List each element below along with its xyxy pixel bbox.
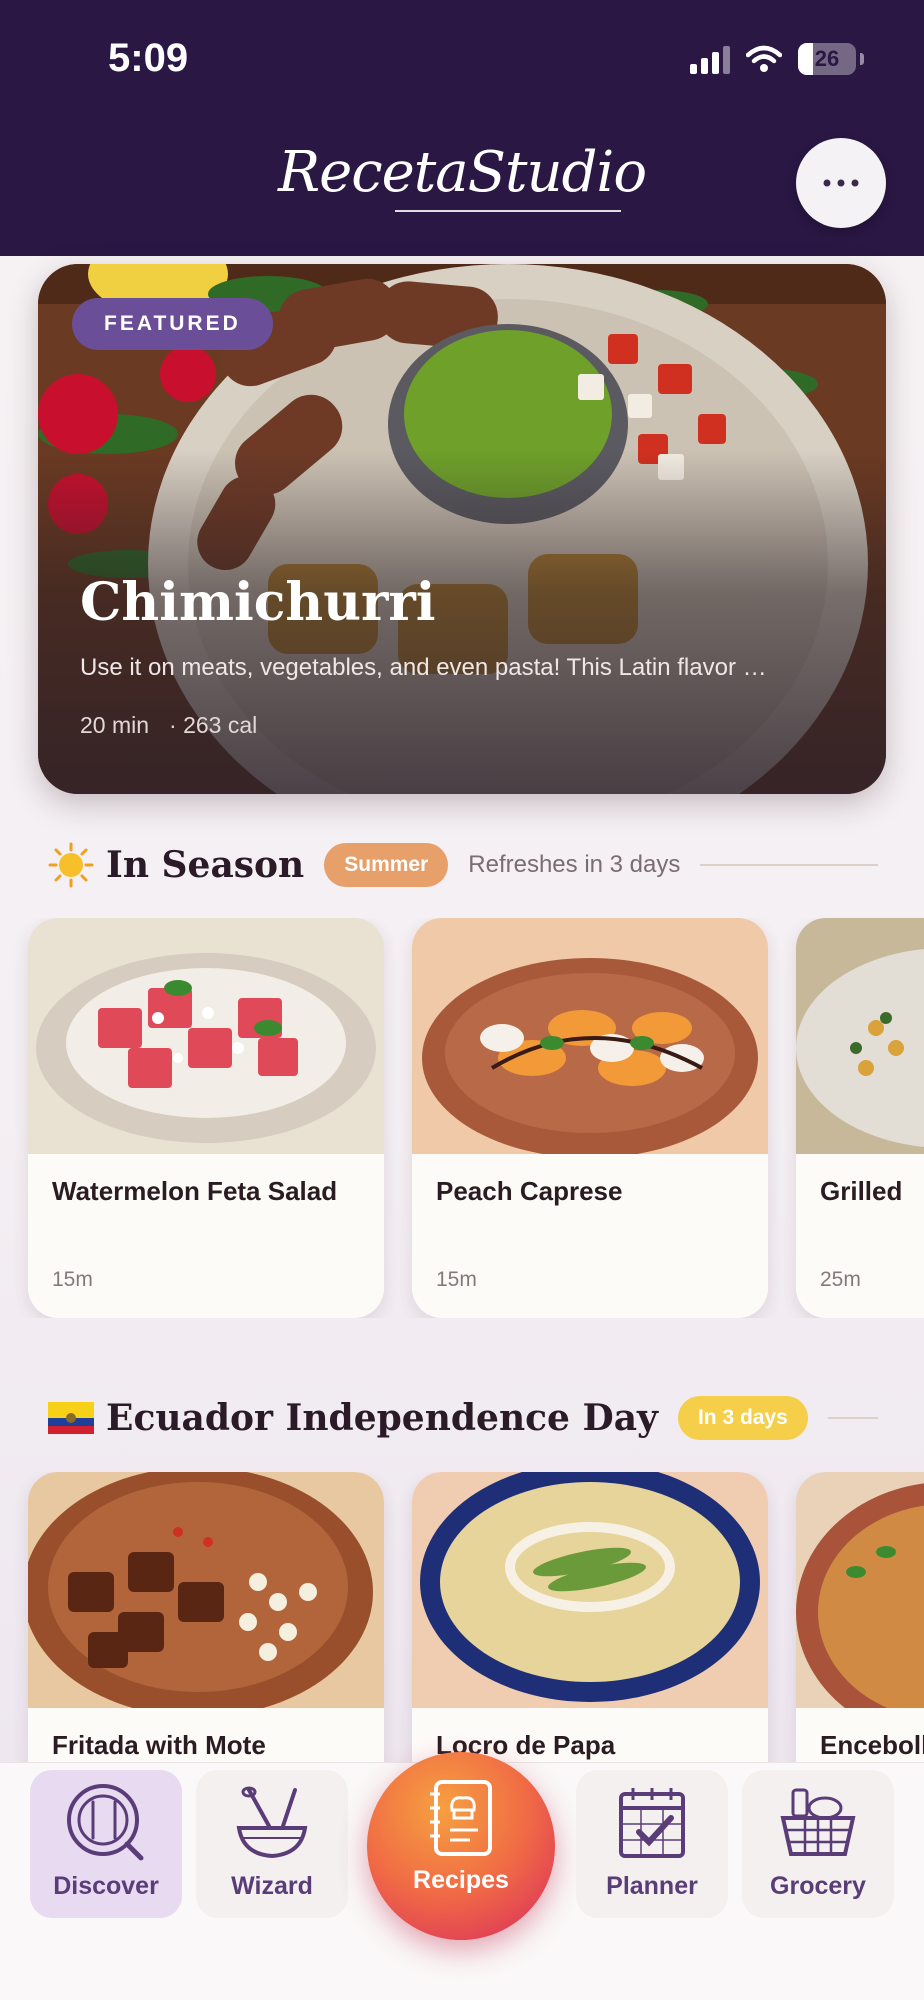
recipe-card[interactable]: Fritada with Mote [28, 1472, 384, 1762]
nav-recipes-label: Recipes [413, 1866, 509, 1894]
recipe-title: Watermelon Feta Salad [52, 1176, 338, 1206]
recipe-image [796, 1472, 924, 1708]
nav-recipes[interactable]: Recipes [367, 1752, 555, 1940]
section-divider [827, 1417, 878, 1419]
featured-meta: 20 min · 263 cal [80, 712, 257, 739]
mixing-bowl-icon [236, 1786, 308, 1859]
status-icons: 26 [690, 42, 864, 76]
recipe-card[interactable]: Watermelon Feta Salad 15m [28, 918, 384, 1318]
recipe-time: 25m [820, 1268, 861, 1291]
recipe-image [796, 918, 924, 1154]
refresh-note: Refreshes in 3 days [468, 851, 681, 878]
recipe-image [28, 1472, 384, 1708]
featured-badge: FEATURED [72, 298, 273, 350]
more-options-button[interactable] [796, 138, 886, 228]
in-season-carousel[interactable]: Watermelon Feta Salad 15m Peach Caprese … [0, 918, 924, 1318]
nav-wizard-label: Wizard [231, 1872, 313, 1900]
nav-grocery[interactable]: Grocery [742, 1770, 894, 1918]
holiday-countdown-pill: In 3 days [677, 1396, 808, 1440]
cellular-signal-icon [690, 44, 730, 74]
ellipsis-icon [823, 179, 859, 187]
holiday-carousel[interactable]: Fritada with Mote Locro de Papa Enceboll… [0, 1472, 924, 1762]
holiday-header: Ecuador Independence Day In 3 days [48, 1396, 878, 1440]
discover-plate-icon [67, 1784, 144, 1861]
recipe-image [412, 1472, 768, 1708]
sun-icon [48, 842, 94, 888]
recipe-title: Grilled [820, 1176, 903, 1206]
recipe-card[interactable]: Grilled 25m [796, 918, 924, 1318]
grocery-basket-icon [780, 1788, 856, 1856]
recipe-image [28, 918, 384, 1154]
status-time: 5:09 [108, 36, 189, 80]
app-header: 5:09 26 RecetaStudio [0, 0, 924, 256]
season-pill: Summer [324, 843, 449, 887]
battery-percent: 26 [814, 46, 840, 71]
recipe-title: Encebollado [820, 1730, 924, 1760]
featured-title: Chimichurri [80, 572, 436, 633]
nav-planner-label: Planner [606, 1872, 698, 1900]
recipe-card[interactable]: Locro de Papa [412, 1472, 768, 1762]
recipe-image [412, 918, 768, 1154]
section-divider [700, 864, 878, 866]
nav-planner[interactable]: Planner [576, 1770, 728, 1918]
battery-tip [860, 53, 864, 65]
logo-underline [395, 210, 621, 212]
in-season-header: In Season Summer Refreshes in 3 days [48, 842, 878, 888]
recipe-card[interactable]: Peach Caprese 15m [412, 918, 768, 1318]
recipe-card[interactable]: Encebollado [796, 1472, 924, 1762]
recipe-book-icon [430, 1780, 492, 1856]
battery-icon: 26 [798, 43, 856, 75]
holiday-title: Ecuador Independence Day [106, 1397, 658, 1439]
in-season-title: In Season [106, 844, 305, 886]
featured-description: Use it on meats, vegetables, and even pa… [80, 654, 767, 681]
featured-calories: · 263 cal [169, 712, 258, 738]
app-logo: RecetaStudio [277, 140, 647, 205]
recipe-title: Peach Caprese [436, 1176, 623, 1206]
nav-wizard[interactable]: Wizard [196, 1770, 348, 1918]
wifi-icon [746, 45, 782, 72]
nav-discover[interactable]: Discover [30, 1770, 182, 1918]
featured-time: 20 min [80, 712, 150, 738]
recipe-time: 15m [436, 1268, 477, 1291]
featured-recipe-card[interactable]: FEATURED Chimichurri Use it on meats, ve… [38, 264, 886, 794]
recipe-time: 15m [52, 1268, 93, 1291]
calendar-icon [619, 1788, 685, 1858]
recipe-title: Fritada with Mote [52, 1730, 266, 1760]
nav-discover-label: Discover [53, 1872, 159, 1900]
nav-grocery-label: Grocery [770, 1872, 866, 1900]
ecuador-flag-icon [48, 1402, 94, 1434]
